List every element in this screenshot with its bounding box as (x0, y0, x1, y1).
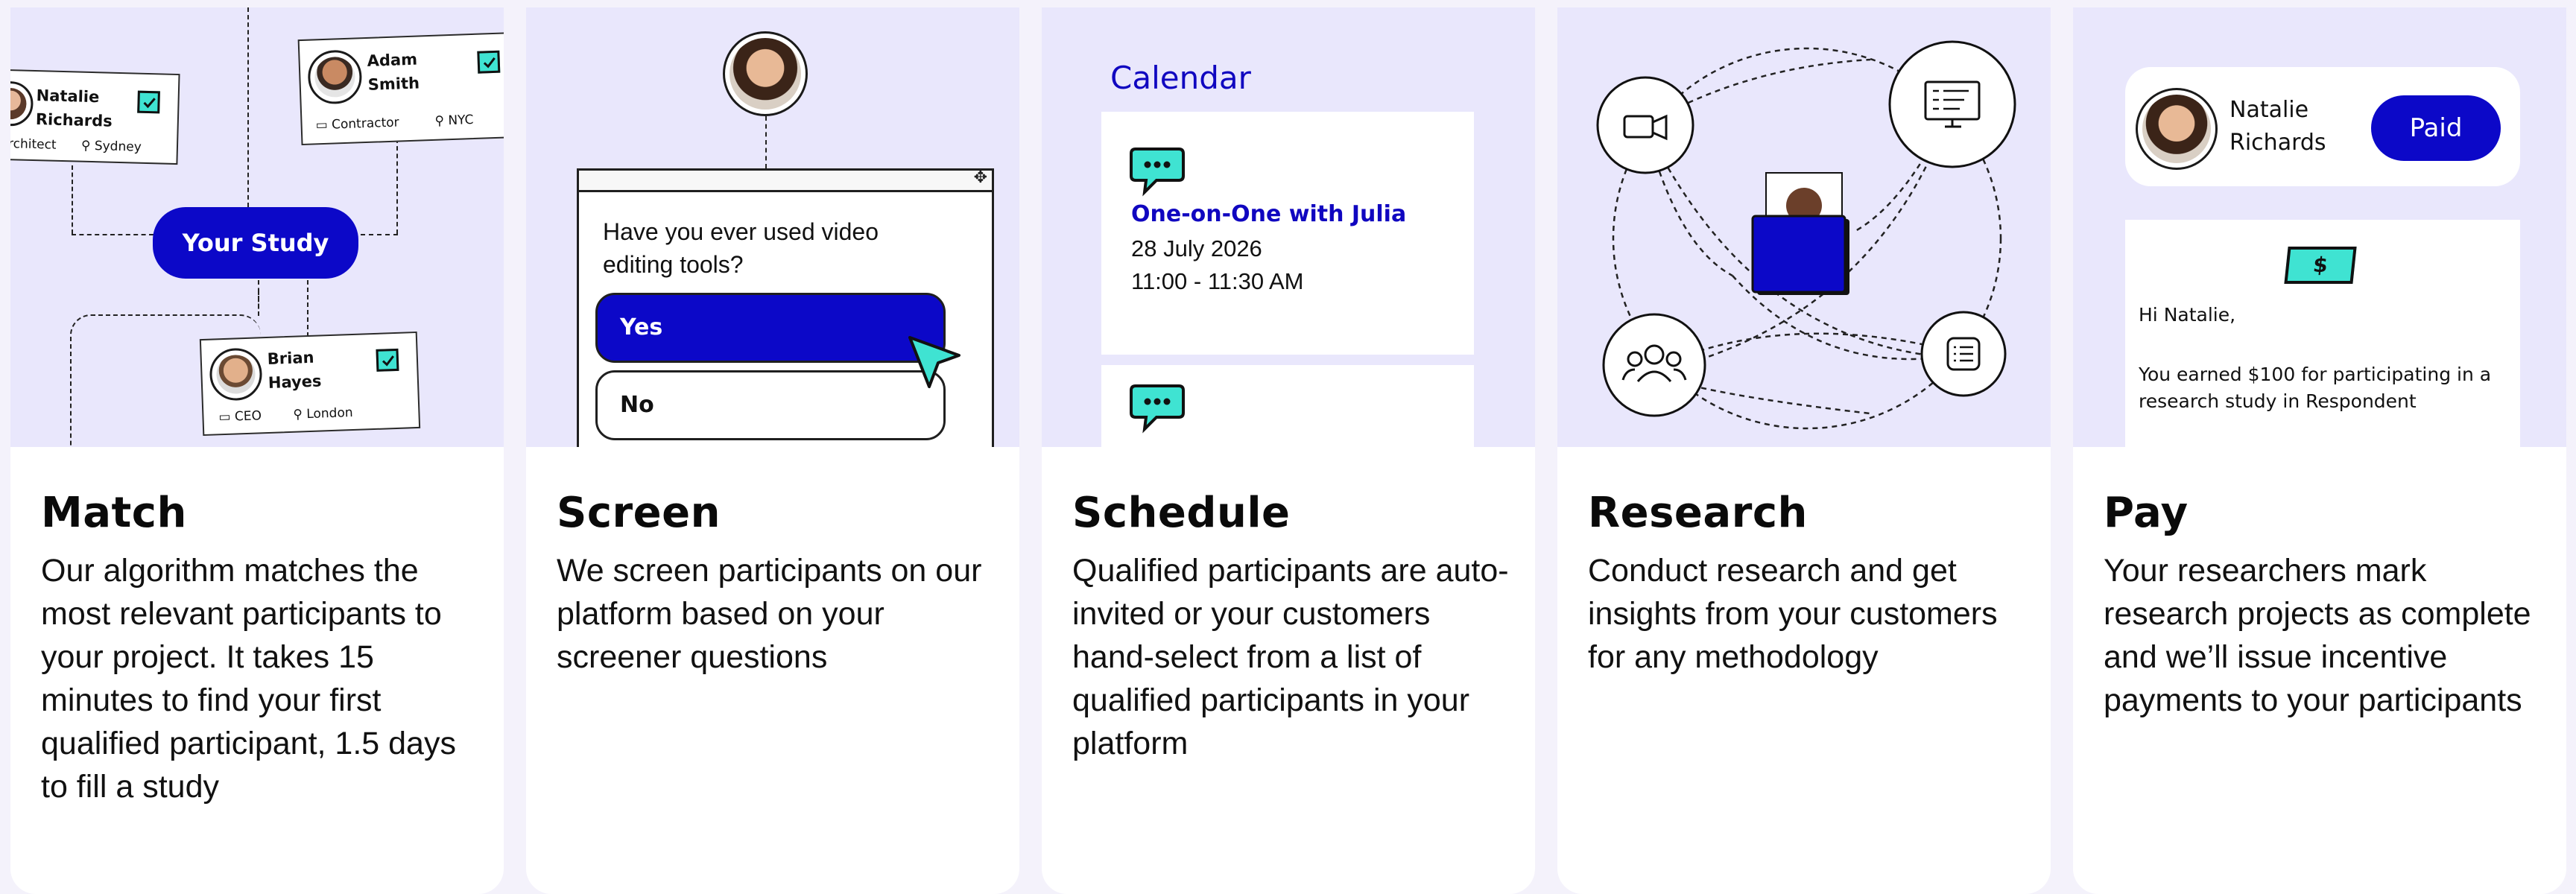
pay-text: Pay Your researchers mark research proje… (2073, 447, 2566, 894)
profile-card-adam: Adam Smith ▭ Contractor ⚲ NYC (297, 31, 504, 146)
card-description: Our algorithm matches the most relevant … (41, 553, 456, 805)
location-text: London (306, 405, 353, 422)
location-text: NYC (448, 112, 474, 129)
match-text: Match Our algorithm matches the most rel… (10, 447, 504, 894)
avatar (10, 80, 34, 127)
profile-first-name: Brian (267, 348, 314, 368)
profile-location: ⚲ Sydney (81, 139, 142, 155)
pay-card: Natalie Richards Paid $ Hi Natalie, You … (2073, 7, 2566, 894)
research-text: Research Conduct research and get insigh… (1557, 447, 2051, 894)
profile-last-name: Hayes (268, 372, 322, 392)
participant-video-tile (1751, 172, 1849, 295)
profile-last-name: Richards (35, 110, 113, 130)
location-pin-icon: ⚲ (80, 138, 91, 153)
event-card[interactable]: One-on-One with Julia 28 July 2026 11:00… (1101, 112, 1474, 355)
event-time: 11:00 - 11:30 AM (1131, 268, 1304, 294)
location-text: Sydney (94, 139, 142, 155)
calendar-label: Calendar (1110, 60, 1251, 96)
move-icon[interactable]: ✥ (974, 168, 987, 187)
profile-card-natalie: Natalie Richards rchitect ⚲ Sydney (10, 69, 180, 165)
research-illustration (1557, 7, 2051, 447)
briefcase-icon: ▭ (315, 117, 329, 133)
money-bill-icon: $ (2284, 247, 2357, 284)
screener-question: Have you ever used video editing tools? (603, 218, 879, 278)
connector-line (396, 139, 398, 234)
your-study-pill: Your Study (153, 207, 358, 279)
schedule-text: Schedule Qualified participants are auto… (1042, 447, 1535, 894)
avatar (2136, 88, 2218, 170)
role-text: CEO (234, 408, 262, 425)
avatar (209, 347, 263, 402)
card-title: Screen (557, 489, 721, 537)
screen-card: ✥ Have you ever used video editing tools… (526, 7, 1019, 894)
card-title: Pay (2104, 489, 2189, 537)
feature-cards-row: Your Study Natalie Richards rchitect ⚲ S… (10, 7, 2566, 894)
paid-button[interactable]: Paid (2371, 95, 2501, 161)
location-pin-icon: ⚲ (293, 407, 303, 422)
participant-name: Natalie Richards (2230, 94, 2326, 159)
profile-role: rchitect (10, 136, 57, 153)
check-icon (477, 50, 501, 74)
email-message: You earned $100 for participating in a r… (2139, 364, 2492, 412)
card-title: Schedule (1072, 489, 1291, 537)
role-text: Contractor (331, 115, 399, 133)
video-camera-icon (1596, 76, 1694, 174)
event-title: One-on-One with Julia (1131, 201, 1407, 227)
connector-line (247, 7, 249, 207)
profile-role: ▭ Contractor (315, 115, 399, 133)
card-title: Match (41, 489, 187, 537)
research-card: Research Conduct research and get insigh… (1557, 7, 2051, 894)
card-description: Conduct research and get insights from y… (1588, 553, 1998, 675)
screener-window: ✥ Have you ever used video editing tools… (577, 168, 994, 447)
event-card[interactable] (1101, 365, 1474, 447)
payment-email: $ Hi Natalie, You earned $100 for partic… (2125, 220, 2520, 447)
profile-first-name: Natalie (36, 86, 100, 107)
chat-bubble-icon (1130, 148, 1185, 197)
email-greeting: Hi Natalie, (2139, 304, 2236, 326)
briefcase-icon: ▭ (218, 409, 231, 425)
option-no[interactable]: No (595, 370, 946, 440)
option-yes[interactable]: Yes (595, 293, 946, 363)
profile-location: ⚲ London (293, 405, 353, 422)
schedule-card: Calendar One-on-One with Julia 28 July 2… (1042, 7, 1535, 894)
connector-line (72, 234, 154, 235)
match-illustration: Your Study Natalie Richards rchitect ⚲ S… (10, 7, 504, 447)
card-description: Qualified participants are auto-invited … (1072, 553, 1509, 761)
screen-illustration: ✥ Have you ever used video editing tools… (526, 7, 1019, 447)
profile-location: ⚲ NYC (434, 112, 474, 129)
connector-line (765, 116, 767, 168)
participant-last-name: Richards (2230, 130, 2326, 156)
profile-card-brian: Brian Hayes ▭ CEO ⚲ London (199, 331, 421, 437)
avatar (723, 31, 808, 116)
window-titlebar: ✥ (579, 168, 992, 192)
payment-row: Natalie Richards Paid (2125, 67, 2520, 186)
card-title: Research (1588, 489, 1808, 537)
list-icon (1920, 311, 2007, 397)
cursor-icon (908, 336, 961, 388)
connector-line (72, 165, 73, 234)
profile-role: ▭ CEO (218, 408, 262, 425)
match-card: Your Study Natalie Richards rchitect ⚲ S… (10, 7, 504, 894)
schedule-illustration: Calendar One-on-One with Julia 28 July 2… (1042, 7, 1535, 447)
screen-checklist-icon (1888, 40, 2016, 168)
profile-first-name: Adam (367, 50, 418, 70)
research-network (1596, 40, 2016, 430)
profile-last-name: Smith (367, 74, 420, 94)
check-icon (137, 90, 160, 114)
location-pin-icon: ⚲ (434, 113, 445, 129)
card-description: Your researchers mark research projects … (2104, 553, 2531, 718)
screen-text: Screen We screen participants on our pla… (526, 447, 1019, 894)
connector-line (361, 234, 398, 235)
connector-line (258, 291, 259, 316)
participant-first-name: Natalie (2230, 97, 2309, 123)
card-description: We screen participants on our platform b… (557, 553, 982, 675)
check-icon (376, 348, 399, 372)
event-date: 28 July 2026 (1131, 235, 1262, 261)
avatar (307, 49, 363, 105)
pay-illustration: Natalie Richards Paid $ Hi Natalie, You … (2073, 7, 2566, 447)
group-icon (1602, 313, 1706, 417)
chat-bubble-icon (1130, 384, 1185, 434)
